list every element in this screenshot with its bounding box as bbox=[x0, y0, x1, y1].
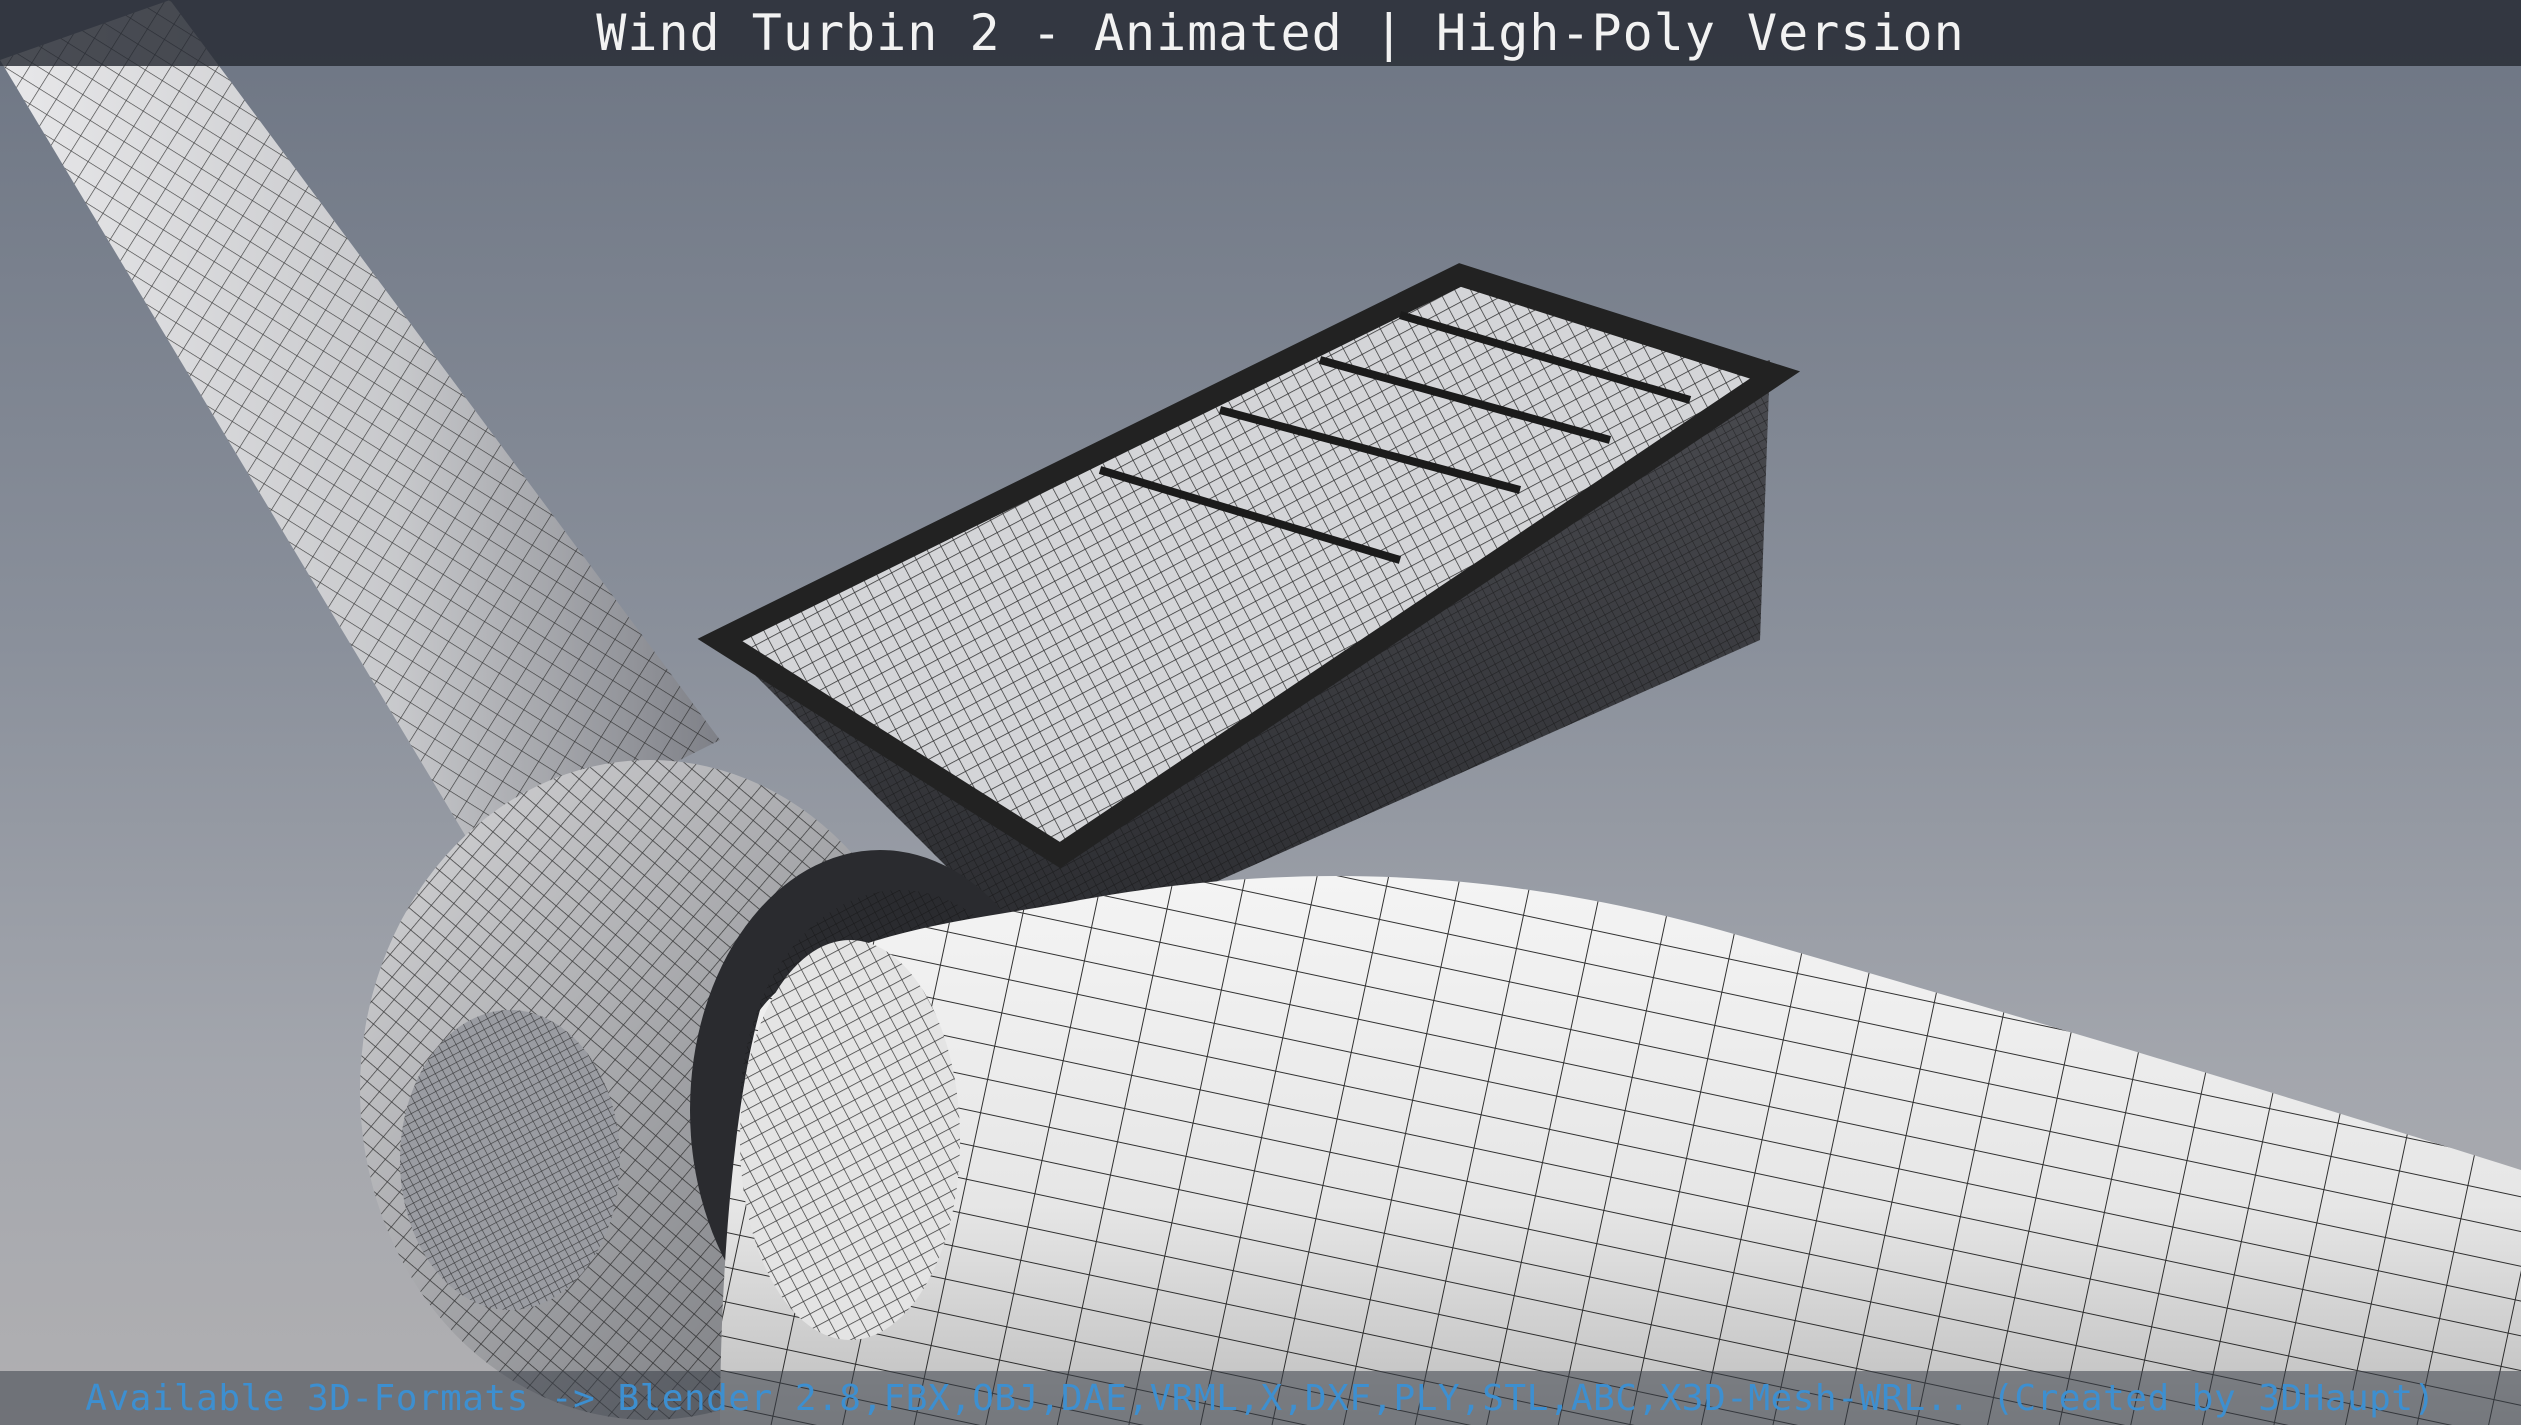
footer-bar: Available 3D-Formats -> Blender 2.8,FBX,… bbox=[0, 1371, 2521, 1425]
formats-caption: Available 3D-Formats -> Blender 2.8,FBX,… bbox=[85, 1377, 2436, 1419]
render-viewport: Wind Turbin 2 - Animated | High-Poly Ver… bbox=[0, 0, 2521, 1425]
page-title: Wind Turbin 2 - Animated | High-Poly Ver… bbox=[596, 4, 1965, 62]
tower-mesh bbox=[0, 0, 720, 860]
wind-turbine-wireframe-render bbox=[0, 0, 2521, 1425]
rotor-blade-mesh bbox=[720, 876, 2521, 1425]
title-bar: Wind Turbin 2 - Animated | High-Poly Ver… bbox=[0, 0, 2521, 66]
